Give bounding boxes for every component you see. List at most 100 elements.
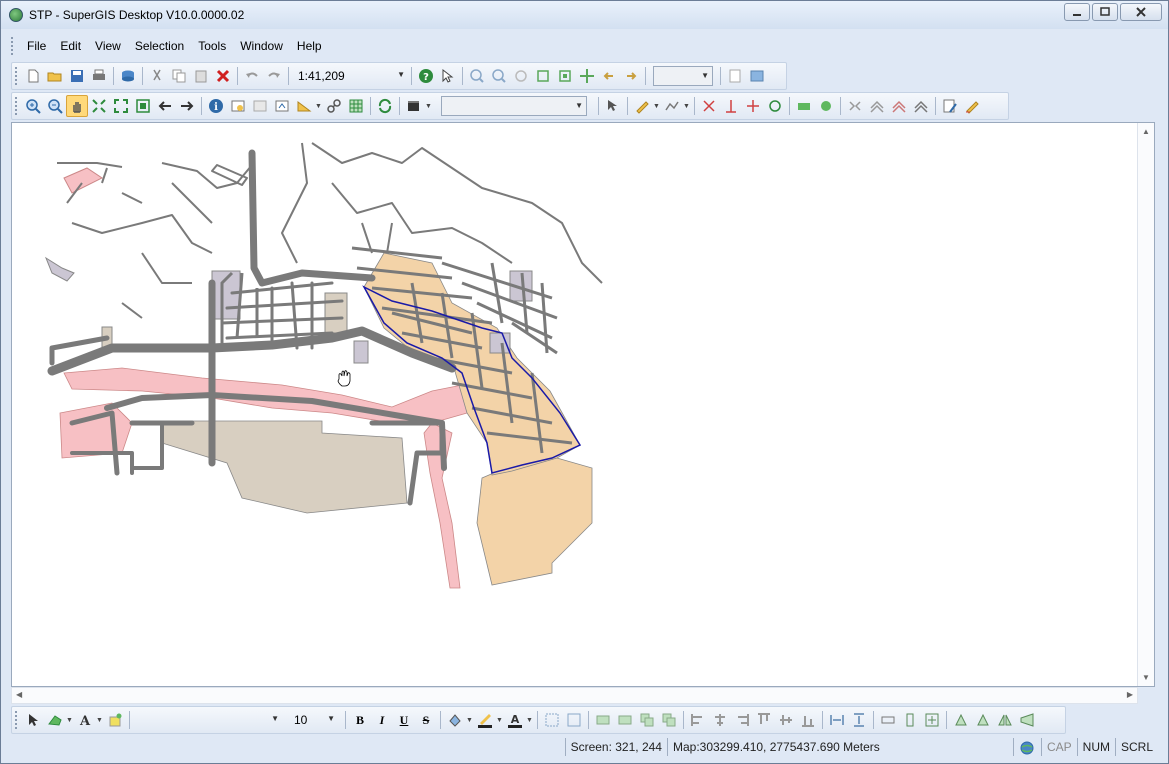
bold-button[interactable]: B xyxy=(349,709,371,731)
ungroup-button[interactable] xyxy=(563,709,585,731)
fixed-zoom-out-button[interactable] xyxy=(488,65,510,87)
fixed-zoom-in-button[interactable] xyxy=(466,65,488,87)
ellipse-button[interactable] xyxy=(815,95,837,117)
edit-pointer-button[interactable] xyxy=(602,95,624,117)
flip-vertical-button[interactable] xyxy=(1016,709,1038,731)
select-by-graphics-button[interactable] xyxy=(271,95,293,117)
full-extent-fixed-button[interactable] xyxy=(532,65,554,87)
align-bottom-button[interactable] xyxy=(797,709,819,731)
maximize-button[interactable] xyxy=(1092,3,1118,21)
italic-button[interactable]: I xyxy=(371,709,393,731)
align-middle-button[interactable] xyxy=(775,709,797,731)
align-center-button[interactable] xyxy=(709,709,731,731)
undo-button[interactable] xyxy=(241,65,263,87)
vertex-button[interactable] xyxy=(720,95,742,117)
redo-button[interactable] xyxy=(263,65,285,87)
select-features-button[interactable] xyxy=(249,95,271,117)
layout-zoom-combo[interactable]: ▼ xyxy=(653,66,713,86)
chevron-down-icon[interactable]: ▼ xyxy=(496,717,504,724)
scroll-right-icon[interactable]: ▶ xyxy=(1127,690,1133,699)
font-color-button[interactable]: A xyxy=(504,709,526,731)
send-backward-button[interactable] xyxy=(658,709,680,731)
group-button[interactable] xyxy=(541,709,563,731)
copy-button[interactable] xyxy=(168,65,190,87)
zoom-layer-button[interactable] xyxy=(132,95,154,117)
underline-button[interactable]: U xyxy=(393,709,415,731)
same-width-button[interactable] xyxy=(877,709,899,731)
lavender-island[interactable] xyxy=(44,256,75,282)
menu-window[interactable]: Window xyxy=(233,35,290,57)
orange-district-south[interactable] xyxy=(476,457,593,586)
menu-edit[interactable]: Edit xyxy=(53,35,88,57)
print-button[interactable] xyxy=(88,65,110,87)
bring-forward-button[interactable] xyxy=(636,709,658,731)
merge-button[interactable] xyxy=(866,95,888,117)
save-button[interactable] xyxy=(66,65,88,87)
select-elements-button[interactable] xyxy=(22,709,44,731)
insert-graphic-button[interactable] xyxy=(104,709,126,731)
hyperlink-button[interactable] xyxy=(323,95,345,117)
pink-area-west[interactable] xyxy=(59,402,133,459)
forward-button[interactable] xyxy=(620,65,642,87)
zoom-selected-button[interactable] xyxy=(554,65,576,87)
flip-horizontal-button[interactable] xyxy=(994,709,1016,731)
same-size-button[interactable] xyxy=(921,709,943,731)
help-button[interactable]: ? xyxy=(415,65,437,87)
chevron-down-icon[interactable]: ▼ xyxy=(66,717,74,724)
menu-tools[interactable]: Tools xyxy=(191,35,233,57)
chevron-down-icon[interactable]: ▼ xyxy=(425,103,433,110)
pan-fixed-button[interactable] xyxy=(510,65,532,87)
rotate-left-button[interactable] xyxy=(950,709,972,731)
measure-button[interactable] xyxy=(293,95,315,117)
close-button[interactable] xyxy=(1120,3,1162,21)
layer-combo[interactable]: ▼ xyxy=(441,96,587,116)
tan-block[interactable] xyxy=(324,292,348,334)
pink-small-area[interactable] xyxy=(63,167,103,194)
font-size-combo[interactable]: 10 ▼ xyxy=(290,710,338,730)
horizontal-scrollbar[interactable]: ◀ ▶ xyxy=(11,687,1138,704)
fill-color-button[interactable] xyxy=(444,709,466,731)
draw-shape-button[interactable] xyxy=(44,709,66,731)
whats-this-button[interactable] xyxy=(437,65,459,87)
cut-button[interactable] xyxy=(146,65,168,87)
scroll-down-icon[interactable]: ▼ xyxy=(1142,673,1150,682)
chevron-down-icon[interactable]: ▼ xyxy=(653,103,661,110)
rotate-right-button[interactable] xyxy=(972,709,994,731)
bring-to-front-button[interactable] xyxy=(592,709,614,731)
font-name-combo[interactable]: ▼ xyxy=(137,710,282,730)
distribute-horizontal-button[interactable] xyxy=(826,709,848,731)
zoom-out-button[interactable] xyxy=(44,95,66,117)
lavender-block[interactable] xyxy=(353,340,369,364)
map-view[interactable]: ▲ ▼ xyxy=(11,122,1155,687)
lavender-block[interactable] xyxy=(489,332,511,354)
menu-help[interactable]: Help xyxy=(290,35,329,57)
send-to-back-button[interactable] xyxy=(614,709,636,731)
map-view-button[interactable] xyxy=(746,65,768,87)
circle-button[interactable] xyxy=(764,95,786,117)
split-button[interactable] xyxy=(698,95,720,117)
vertical-scrollbar[interactable]: ▲ ▼ xyxy=(1137,123,1154,686)
sketch-button[interactable] xyxy=(631,95,653,117)
intersect-button[interactable] xyxy=(910,95,932,117)
refresh-button[interactable] xyxy=(374,95,396,117)
line-color-button[interactable] xyxy=(474,709,496,731)
identify-button[interactable]: i xyxy=(205,95,227,117)
previous-extent-button[interactable] xyxy=(154,95,176,117)
menu-selection[interactable]: Selection xyxy=(128,35,191,57)
distribute-vertical-button[interactable] xyxy=(848,709,870,731)
intersection-button[interactable] xyxy=(742,95,764,117)
new-button[interactable] xyxy=(22,65,44,87)
attributes-button[interactable] xyxy=(939,95,961,117)
full-extent-button[interactable] xyxy=(88,95,110,117)
scale-combo[interactable]: 1:41,209 ▼ xyxy=(294,66,408,86)
paste-button[interactable] xyxy=(190,65,212,87)
menu-file[interactable]: File xyxy=(20,35,53,57)
delete-button[interactable] xyxy=(212,65,234,87)
scroll-up-icon[interactable]: ▲ xyxy=(1142,127,1150,136)
chevron-down-icon[interactable]: ▼ xyxy=(466,717,474,724)
mirror-button[interactable] xyxy=(844,95,866,117)
minimize-button[interactable] xyxy=(1064,3,1090,21)
text-tool-button[interactable]: A xyxy=(74,709,96,731)
pencil-button[interactable] xyxy=(961,95,983,117)
rectangle-button[interactable] xyxy=(793,95,815,117)
